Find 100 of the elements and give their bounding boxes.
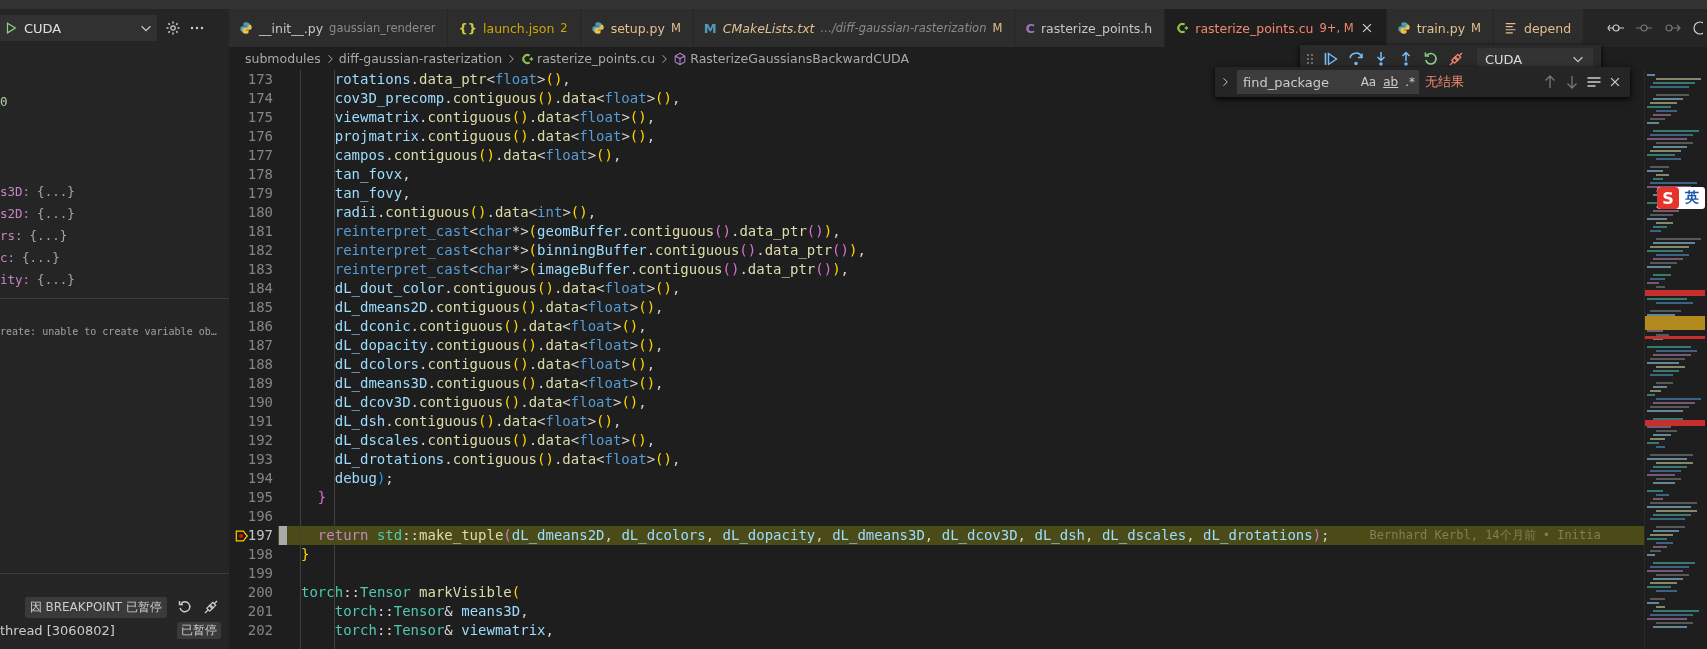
thread-name[interactable]: thread [3060802] <box>0 622 115 638</box>
tab-status-text: M <box>992 21 1003 35</box>
code-line: } <box>316 488 327 507</box>
breadcrumb-item[interactable]: rasterize_points.cu <box>537 51 656 66</box>
find-option-toggle[interactable]: ab <box>1383 75 1399 89</box>
file-lines-icon <box>1503 21 1518 35</box>
code-line: dL_dsh.contiguous().data<float>(), <box>333 412 622 431</box>
code-line: reinterpret_cast<char*>(binningBuffer.contiguous().data_ptr()), <box>333 241 866 260</box>
python-file-icon <box>1396 21 1411 35</box>
line-number: 194 <box>247 470 273 486</box>
code-line: cov3D_precomp.contiguous().data<float>(), <box>333 89 681 108</box>
line-number: 196 <box>247 508 273 524</box>
line-number: 174 <box>247 90 273 106</box>
code-line: tan_fovy, <box>333 184 411 203</box>
line-number: 177 <box>247 147 273 163</box>
variable-row[interactable]: rs: {...} <box>0 224 229 246</box>
line-number: 188 <box>247 356 273 372</box>
close-icon[interactable] <box>1608 75 1622 89</box>
code-line: dL_drotations.contiguous().data<float>(), <box>333 450 681 469</box>
line-number: 198 <box>247 546 273 562</box>
json-file-icon: {} <box>458 20 477 36</box>
line-number: 186 <box>247 318 273 334</box>
line-number: 199 <box>247 565 273 581</box>
editor-tab[interactable]: {} launch.json 2 <box>448 9 581 47</box>
variable-value: 0 <box>0 93 8 109</box>
breadcrumb-item[interactable]: submodules <box>245 51 321 66</box>
breadcrumb-item[interactable]: diff-gaussian-rasterization <box>338 51 503 66</box>
cube-icon <box>673 51 688 66</box>
line-number: 192 <box>247 432 273 448</box>
variable-row[interactable]: ity: {...} <box>0 268 229 290</box>
text-cursor <box>279 526 287 545</box>
play-icon <box>4 21 18 35</box>
code-line: dL_dscales.contiguous().data<float>(), <box>333 431 656 450</box>
debug-config-select[interactable]: CUDA <box>1477 48 1593 70</box>
grip-icon[interactable] <box>1306 52 1314 66</box>
editor-tab[interactable]: C rasterize_points.h <box>1015 9 1166 47</box>
tab-label: launch.json <box>483 20 555 36</box>
code-line: viewmatrix.contiguous().data<float>(), <box>333 108 656 127</box>
line-number: 197 <box>247 527 273 543</box>
line-number: 201 <box>247 603 273 619</box>
git-blame-annotation: Bernhard Kerbl, 14个月前 • Initia <box>1369 527 1601 544</box>
find-option-toggle[interactable]: Aa <box>1360 75 1377 89</box>
breadcrumb-item[interactable]: RasterizeGaussiansBackwardCUDA <box>690 51 910 66</box>
tab-status-text: M <box>1471 21 1481 35</box>
debug-config-dropdown[interactable]: CUDA <box>0 15 157 41</box>
line-number: 176 <box>247 128 273 144</box>
step-over-icon[interactable] <box>1348 51 1364 67</box>
variable-row[interactable]: s3D: {...} <box>0 180 229 202</box>
editor-tab[interactable]: __init__.py gaussian_renderer <box>229 9 449 47</box>
python-file-icon <box>590 21 605 35</box>
cmake-file-icon: M <box>703 20 717 36</box>
tab-label: __init__.py <box>259 20 324 36</box>
breakpoint-stopped-icon[interactable] <box>235 529 249 543</box>
input-method-logo[interactable]: S <box>1657 187 1679 209</box>
code-line: projmatrix.contiguous().data<float>(), <box>333 127 656 146</box>
tab-label: setup.py <box>610 20 665 36</box>
python-file-icon <box>239 21 253 35</box>
tab-label: CMakeLists.txt <box>722 20 815 36</box>
code-line: dL_dmeans3D.contiguous().data<float>(), <box>333 374 664 393</box>
find-result-message: 无结果 <box>1425 73 1465 91</box>
find-option-toggle[interactable]: .* <box>1405 75 1415 89</box>
editor-tab[interactable]: rasterize_points.cu 9+, M <box>1165 9 1387 47</box>
code-line: radii.contiguous().data<int>(), <box>333 203 597 222</box>
continue-icon[interactable] <box>1323 51 1339 67</box>
code-line: dL_dcolors.contiguous().data<float>(), <box>333 355 656 374</box>
line-number: 182 <box>247 242 273 258</box>
code-line: torch::Tensor& viewmatrix, <box>333 621 554 640</box>
line-number: 190 <box>247 394 273 410</box>
editor-tab[interactable]: setup.py M <box>580 9 694 47</box>
code-line: campos.contiguous().data<float>(), <box>333 146 622 165</box>
code-line: torch::Tensor& means3D, <box>333 602 529 621</box>
code-line: torch::Tensor markVisible( <box>301 583 521 602</box>
line-number: 202 <box>247 622 273 638</box>
settings-icon[interactable] <box>165 20 181 36</box>
line-number: 183 <box>247 261 273 277</box>
code-line: dL_dconic.contiguous().data<float>(), <box>333 317 647 336</box>
line-number: 195 <box>247 489 273 505</box>
line-number: 189 <box>247 375 273 391</box>
restart-frame-icon[interactable] <box>177 599 193 615</box>
c-header-file-icon: C <box>1025 20 1035 36</box>
editor-tab[interactable]: M CMakeLists.txt …/diff-gaussian-rasterization M <box>693 9 1016 47</box>
find-input-field[interactable]: find_package Aa ab .* <box>1237 70 1419 94</box>
variable-row[interactable]: c: {...} <box>0 246 229 268</box>
tab-status-text: 9+, M <box>1319 21 1354 35</box>
find-in-selection-icon[interactable] <box>1586 74 1602 90</box>
disconnect-icon[interactable] <box>1448 51 1464 67</box>
restart-icon[interactable] <box>1423 51 1439 67</box>
tab-label: depend <box>1523 20 1572 36</box>
input-method-language[interactable]: 英 <box>1679 189 1705 207</box>
variable-row[interactable]: s2D: {...} <box>0 202 229 224</box>
next-match-icon[interactable] <box>1564 74 1580 90</box>
code-line: debug); <box>333 469 394 488</box>
tab-description: …/diff-gaussian-rasterization <box>820 21 987 35</box>
editor-tab[interactable]: depend <box>1493 9 1585 47</box>
paused-status-badge: 因 BREAKPOINT 已暂停 <box>24 596 167 618</box>
line-number: 175 <box>247 109 273 125</box>
disconnect-icon[interactable] <box>203 599 219 615</box>
line-number: 178 <box>247 166 273 182</box>
editor-tab[interactable]: train.py M <box>1386 9 1494 47</box>
watch-error-message: reate: unable to create variable ob… <box>0 325 217 339</box>
